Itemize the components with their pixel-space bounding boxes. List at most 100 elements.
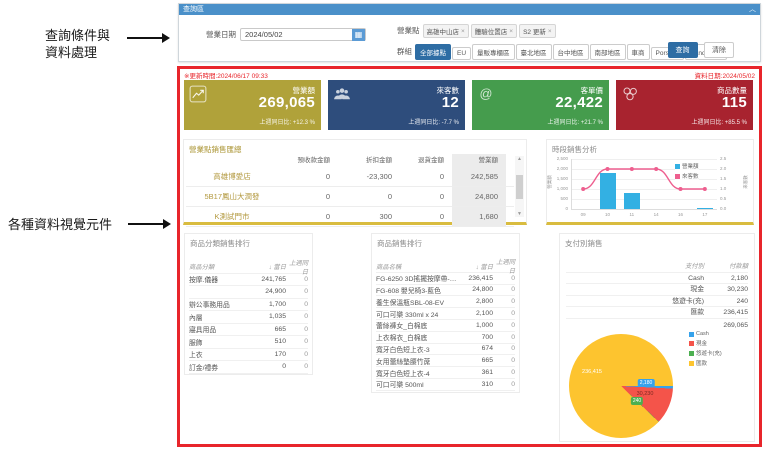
item-name: 寢具用品 bbox=[189, 324, 250, 334]
legend-label: 營業額 bbox=[682, 162, 699, 170]
table-row: 辦公事務用品1,7000 bbox=[189, 299, 308, 312]
table-row: 服飾5100 bbox=[189, 336, 308, 349]
table-row: 上衣棉衣_白棉底7000 bbox=[376, 332, 515, 344]
calendar-icon[interactable]: ▦ bbox=[352, 29, 365, 41]
annotation-query: 查詢條件與 資料處理 bbox=[45, 27, 110, 61]
kpi-value: 22,422 bbox=[555, 94, 603, 111]
column-header: 退貨金額 bbox=[400, 154, 452, 167]
value-today: 674 bbox=[457, 345, 493, 352]
store-chip[interactable]: S2 更新× bbox=[519, 24, 556, 38]
kpi-card: 來客數12上週同日比: -7.7 % bbox=[328, 80, 465, 130]
scroll-down-icon[interactable]: ▼ bbox=[517, 211, 522, 217]
group-button[interactable]: 台中地區 bbox=[553, 44, 589, 60]
store-chip[interactable]: 高雄中山店× bbox=[423, 24, 469, 38]
column-header-sorted[interactable]: ↓ 當日 bbox=[250, 262, 286, 271]
value-today: 2,100 bbox=[457, 310, 493, 317]
value-lastweek: 0 bbox=[493, 381, 515, 388]
cell: 0 bbox=[400, 187, 452, 206]
store-chip-list: 高雄中山店×體驗位置店×S2 更新× bbox=[423, 21, 558, 39]
group-label: 群組 bbox=[397, 46, 412, 57]
column-header-sorted[interactable]: ↓ 當日 bbox=[457, 262, 493, 271]
annotation-arrow-1 bbox=[127, 37, 163, 39]
people-icon bbox=[333, 85, 351, 103]
value-lastweek: 0 bbox=[286, 276, 308, 283]
cell: 1,680 bbox=[452, 207, 506, 226]
legend-item[interactable]: Cash bbox=[689, 331, 722, 337]
store-name-link[interactable]: 高雄博愛店 bbox=[186, 167, 278, 186]
collapse-icon[interactable]: ︿ bbox=[749, 4, 756, 15]
cell: 0 bbox=[278, 187, 338, 206]
annotation-query-line1: 查詢條件與 bbox=[45, 27, 110, 44]
dashboard-region: ※更新時間:2024/06/17 09:33 資料日期:2024/05/02 營… bbox=[177, 66, 762, 447]
group-button[interactable]: 臺北地區 bbox=[516, 44, 552, 60]
date-label: 營業日期 bbox=[206, 29, 236, 40]
item-name: 訂金/禮券 bbox=[189, 362, 250, 372]
update-time: ※更新時間:2024/06/17 09:33 bbox=[184, 70, 268, 80]
value-today: 241,765 bbox=[250, 276, 286, 283]
table-row: 寢具用品6650 bbox=[189, 324, 308, 337]
date-input[interactable]: 2024/05/02 ▦ bbox=[240, 28, 366, 41]
legend-swatch bbox=[675, 174, 680, 179]
value-lastweek: 0 bbox=[493, 286, 515, 293]
legend-item[interactable]: 現金 bbox=[689, 339, 722, 347]
group-button[interactable]: 量販專櫃區 bbox=[472, 44, 515, 60]
x-axis-tick: 09 bbox=[573, 212, 593, 217]
legend-swatch bbox=[689, 351, 694, 356]
scroll-up-icon[interactable]: ▲ bbox=[517, 156, 522, 162]
store-summary-table: 預收款金額折扣金額退貨金額營業額高雄博愛店0-23,3000242,5855B1… bbox=[186, 154, 514, 227]
legend-label: 匯款 bbox=[696, 359, 707, 367]
value-lastweek: 0 bbox=[286, 326, 308, 333]
trend-chart-icon bbox=[189, 85, 207, 103]
cell: 0 bbox=[278, 207, 338, 226]
table-row: 可口可樂 500ml3100 bbox=[376, 379, 515, 391]
legend-item[interactable]: 營業額 bbox=[675, 162, 699, 170]
value-lastweek: 0 bbox=[493, 357, 515, 364]
legend-item[interactable]: 悠遊卡(充) bbox=[689, 349, 722, 357]
table-row: 蕾絲褲女_白棉底1,0000 bbox=[376, 320, 515, 332]
value-lastweek: 0 bbox=[286, 363, 308, 370]
store-name-link[interactable]: 5B17鳳山大潤發 bbox=[186, 187, 278, 206]
date-value: 2024/05/02 bbox=[245, 30, 283, 39]
store-chip[interactable]: 體驗位置店× bbox=[471, 24, 517, 38]
pie-slice-label: 2,180 bbox=[638, 379, 655, 387]
product-rank-table: 商品名稱↓ 當日上週同日FG-6250 3D搖擺按摩帶-歐黑改版236,4150… bbox=[376, 261, 515, 391]
search-button[interactable]: 查詢 bbox=[668, 42, 698, 58]
payment-type: Cash bbox=[566, 273, 718, 284]
legend-item[interactable]: 匯款 bbox=[689, 359, 722, 367]
group-button[interactable]: 南部地區 bbox=[590, 44, 626, 60]
payment-amount: 236,415 bbox=[718, 307, 748, 318]
payment-total: 269,065 bbox=[566, 322, 748, 329]
table-row: 寬牙白色短上衣-36740 bbox=[376, 344, 515, 356]
table-row: K測試門市030001,680 bbox=[186, 207, 514, 227]
chip-close-icon[interactable]: × bbox=[509, 28, 513, 35]
legend-item[interactable]: 來客數 bbox=[675, 172, 699, 180]
category-rank-card: 商品分類銷售排行 商品分類↓ 當日上週同日按摩.儀器241,765024,900… bbox=[184, 233, 313, 375]
clear-button[interactable]: 清除 bbox=[704, 42, 734, 58]
chip-close-icon[interactable]: × bbox=[461, 28, 465, 35]
value-lastweek: 0 bbox=[493, 275, 515, 282]
group-button[interactable]: 全部據點 bbox=[415, 44, 451, 60]
x-axis-tick: 11 bbox=[622, 212, 642, 217]
store-name-link[interactable]: K測試門市 bbox=[186, 207, 278, 226]
chip-close-icon[interactable]: × bbox=[548, 28, 552, 35]
table-row: 內層1,0350 bbox=[189, 311, 308, 324]
store-chip-label: 體驗位置店 bbox=[475, 26, 508, 36]
chart-legend: 營業額來客數 bbox=[675, 162, 699, 182]
summary-scrollbar[interactable]: ▲ ▼ bbox=[515, 156, 524, 217]
left-axis-title: 營業額 bbox=[547, 175, 553, 189]
column-header: 商品分類 bbox=[189, 262, 250, 271]
value-today: 510 bbox=[250, 338, 286, 345]
column-header[interactable]: 上週同日 bbox=[286, 258, 308, 276]
hourly-chart-card: 時段銷售分析 05001,0001,5002,0002,5000.00.51.0… bbox=[546, 139, 754, 225]
cell: 24,800 bbox=[452, 187, 506, 206]
value-lastweek: 0 bbox=[493, 322, 515, 329]
item-name: 寬牙白色短上衣-4 bbox=[376, 368, 457, 378]
payment-type: 現金 bbox=[566, 284, 718, 295]
column-header[interactable]: 上週同日 bbox=[493, 257, 515, 275]
data-date: 資料日期:2024/05/02 bbox=[695, 70, 755, 80]
scrollbar-thumb[interactable] bbox=[516, 175, 523, 199]
group-button[interactable]: EU bbox=[452, 47, 471, 60]
group-button[interactable]: 車商 bbox=[627, 44, 650, 60]
value-lastweek: 0 bbox=[286, 351, 308, 358]
cell: 0 bbox=[338, 187, 400, 206]
